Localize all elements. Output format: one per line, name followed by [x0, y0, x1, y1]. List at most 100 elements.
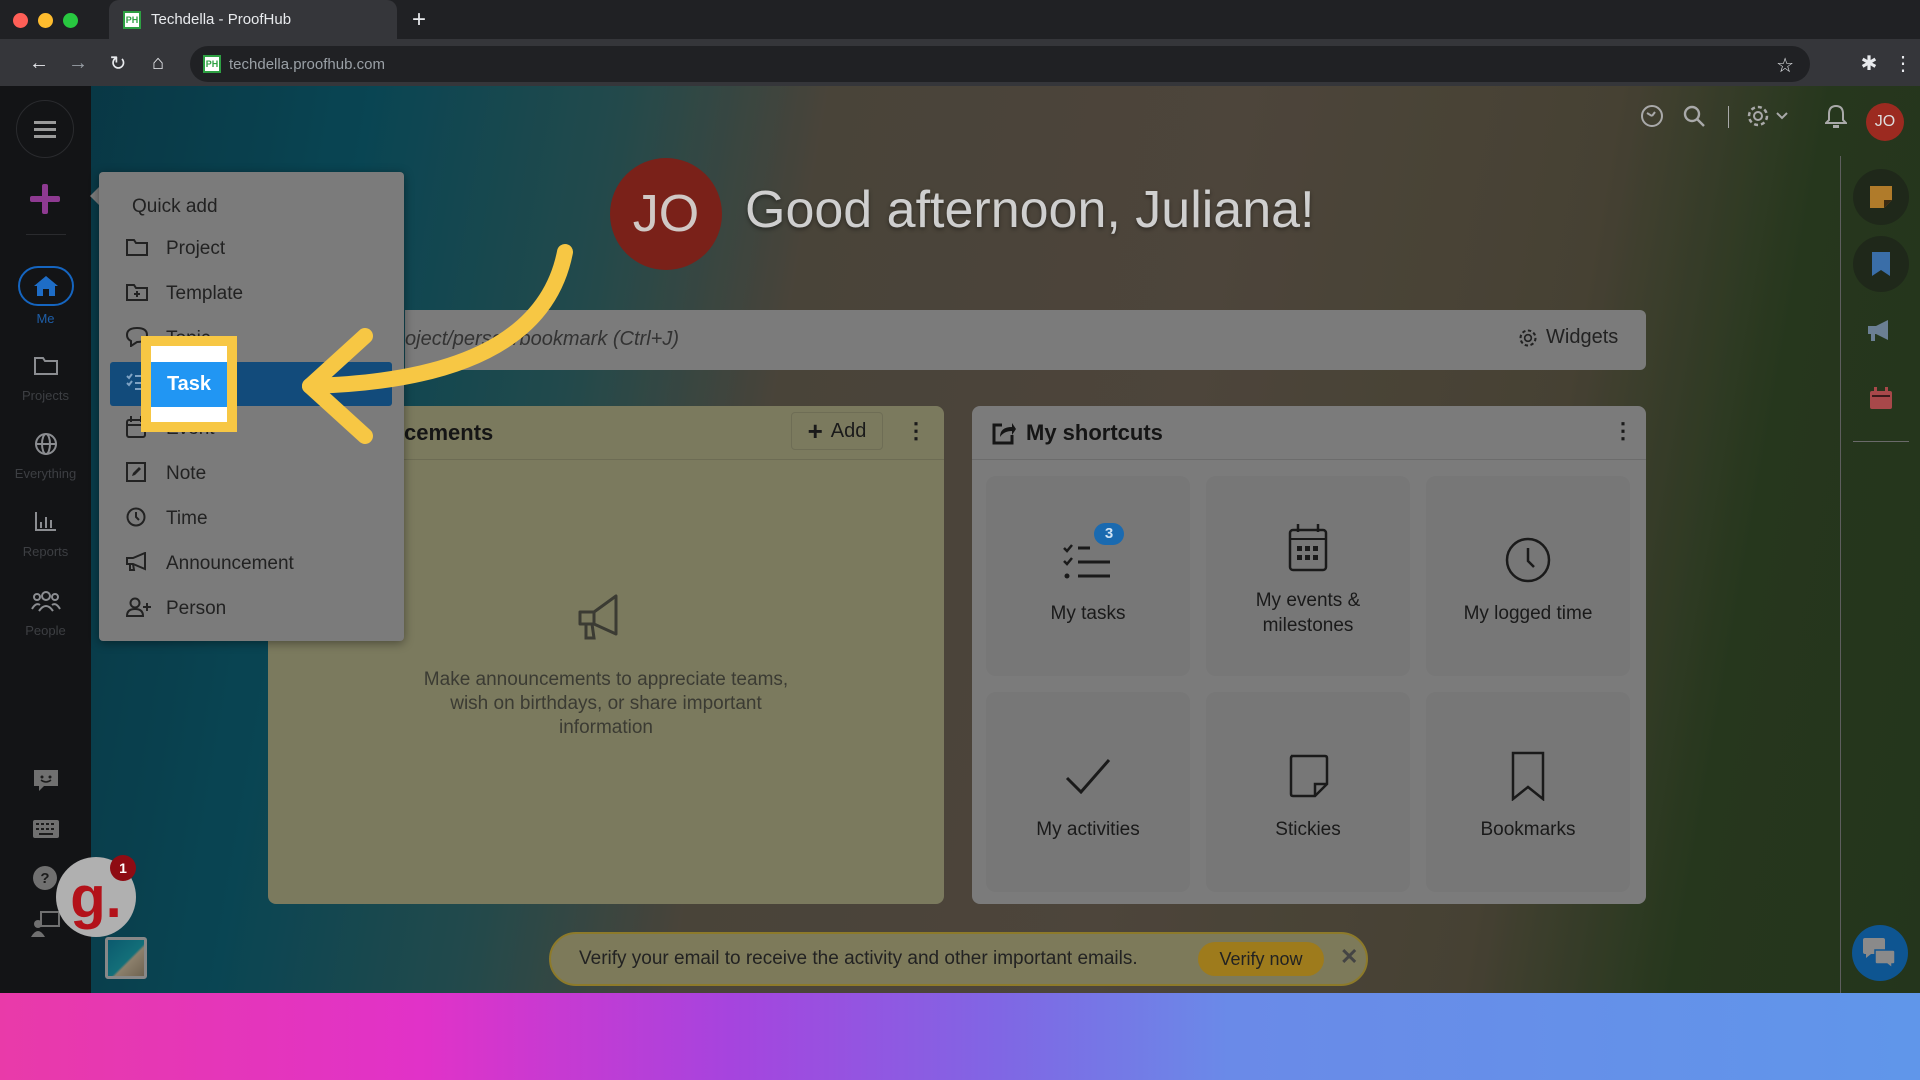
chat-button[interactable]	[1852, 925, 1908, 981]
svg-text:?: ?	[40, 870, 49, 887]
gear-icon	[1747, 105, 1769, 127]
add-announcement-button[interactable]: + Add	[791, 412, 883, 450]
add-person-icon	[110, 597, 154, 622]
announcements-empty-text: Make announcements to appreciate teams, …	[423, 669, 789, 738]
url-text: techdella.proofhub.com	[229, 55, 385, 73]
announcements-rail-button[interactable]	[1853, 303, 1909, 359]
timer-icon[interactable]	[1640, 104, 1664, 134]
close-window-button[interactable]	[13, 13, 28, 28]
sidebar-item-label: Everything	[14, 466, 77, 481]
notifications-bell-icon[interactable]	[1823, 104, 1849, 134]
keyboard-icon[interactable]	[33, 820, 59, 843]
quick-add-time[interactable]: Time	[110, 497, 392, 541]
sidebar-item-projects[interactable]: Projects	[0, 354, 91, 403]
settings-dropdown[interactable]	[1746, 104, 1788, 128]
quick-add-note[interactable]: Note	[110, 452, 392, 496]
highlighted-task-item[interactable]: Task	[151, 362, 227, 407]
close-banner-icon[interactable]: ✕	[1340, 944, 1358, 970]
widget-header-divider	[972, 459, 1646, 460]
add-label: Add	[830, 419, 867, 442]
shortcut-my-logged-time[interactable]: My logged time	[1426, 476, 1630, 676]
shortcuts-title-label: My shortcuts	[1026, 420, 1163, 445]
site-favicon-icon: PH	[203, 55, 221, 73]
calendar-rail-button[interactable]	[1853, 370, 1909, 426]
tile-label: My activities	[1036, 818, 1140, 840]
menu-item-label: Note	[166, 463, 207, 484]
sidebar-item-label: People	[25, 623, 66, 638]
menu-item-label: Announcement	[166, 553, 294, 574]
calendar-icon	[1870, 387, 1892, 409]
help-icon[interactable]: ?	[33, 866, 57, 895]
note-icon	[110, 461, 154, 487]
new-tab-button[interactable]: +	[407, 6, 431, 34]
chat-bubbles-icon	[1863, 938, 1896, 968]
user-avatar[interactable]: JO	[1866, 103, 1904, 141]
annotation-arrow	[302, 244, 573, 444]
tile-label: My logged time	[1463, 602, 1593, 624]
tab-title: Techdella - ProofHub	[151, 11, 292, 28]
presentation-icon[interactable]	[31, 911, 61, 942]
people-icon	[0, 589, 91, 617]
verify-now-button[interactable]: Verify now	[1198, 942, 1324, 976]
bookmark-star-icon[interactable]: ☆	[1776, 53, 1794, 78]
address-bar[interactable]: PH techdella.proofhub.com ☆	[190, 46, 1810, 82]
back-icon[interactable]: ←	[24, 48, 54, 78]
background-thumbnail[interactable]	[105, 937, 147, 979]
tile-label: My tasks	[1050, 602, 1126, 624]
quick-add-person[interactable]: Person	[110, 587, 392, 631]
browser-tab[interactable]: PH Techdella - ProofHub	[109, 0, 397, 39]
reload-icon[interactable]: ↻	[103, 48, 133, 78]
clock-icon	[110, 507, 154, 532]
quick-add-plus-icon[interactable]	[16, 170, 74, 228]
toolbar-divider	[1728, 106, 1729, 128]
megaphone-icon	[1868, 320, 1888, 341]
menu-item-label: Time	[166, 508, 208, 529]
tile-label: Bookmarks	[1480, 818, 1576, 840]
verify-email-text: Verify your email to receive the activit…	[579, 948, 1138, 969]
sidebar-item-reports[interactable]: Reports	[0, 510, 91, 559]
sidebar-item-people[interactable]: People	[0, 589, 91, 638]
proofhub-favicon-icon: PH	[123, 10, 141, 29]
bottom-gradient-bar	[0, 993, 1920, 1080]
sidebar-item-label: Reports	[22, 544, 69, 559]
megaphone-icon	[578, 594, 634, 646]
quick-add-title: Quick add	[132, 196, 218, 217]
sidebar-item-label: Projects	[22, 388, 69, 403]
minimize-window-button[interactable]	[38, 13, 53, 28]
extensions-icon[interactable]: ✱	[1854, 48, 1884, 78]
forward-icon[interactable]: →	[63, 48, 93, 78]
greeting-text: Good afternoon, Juliana!	[745, 181, 1315, 239]
tile-label: My events & milestones	[1255, 590, 1361, 636]
shortcut-my-activities[interactable]: My activities	[986, 692, 1190, 892]
shortcut-bookmarks[interactable]: Bookmarks	[1426, 692, 1630, 892]
browser-tab-bar: PH Techdella - ProofHub +	[0, 0, 1920, 39]
sidebar-item-me[interactable]: Me	[0, 311, 91, 326]
stickies-rail-button[interactable]	[1853, 169, 1909, 225]
shortcuts-title: My shortcuts	[992, 420, 1163, 446]
shortcut-stickies[interactable]: Stickies	[1206, 692, 1410, 892]
widgets-button[interactable]: Widgets	[1518, 326, 1618, 349]
menu-item-label: Project	[166, 238, 226, 259]
shortcut-my-events[interactable]: My events & milestones	[1206, 476, 1410, 676]
home-icon[interactable]: ⌂	[143, 48, 173, 78]
browser-menu-icon[interactable]: ⋮	[1888, 48, 1918, 78]
sticky-note-icon	[1870, 186, 1892, 208]
hamburger-menu-icon[interactable]	[16, 100, 74, 158]
more-options-icon[interactable]: ⋮	[905, 418, 927, 444]
bookmarks-rail-button[interactable]	[1853, 236, 1909, 292]
megaphone-icon	[110, 551, 154, 577]
shortcut-my-tasks[interactable]: 3 My tasks	[986, 476, 1190, 676]
more-options-icon[interactable]: ⋮	[1612, 418, 1634, 444]
greeting-avatar: JO	[610, 158, 722, 270]
sidebar-item-label: Me	[36, 311, 55, 326]
task-list-icon: 3	[1062, 522, 1124, 593]
clock-icon	[1504, 527, 1552, 593]
feedback-icon[interactable]	[33, 769, 59, 798]
sticky-note-icon	[1287, 743, 1329, 809]
quick-add-announcement[interactable]: Announcement	[110, 542, 392, 586]
calendar-icon	[1288, 514, 1328, 580]
home-icon[interactable]	[18, 266, 74, 306]
maximize-window-button[interactable]	[63, 13, 78, 28]
search-icon[interactable]	[1682, 104, 1706, 134]
sidebar-item-everything[interactable]: Everything	[0, 432, 91, 481]
